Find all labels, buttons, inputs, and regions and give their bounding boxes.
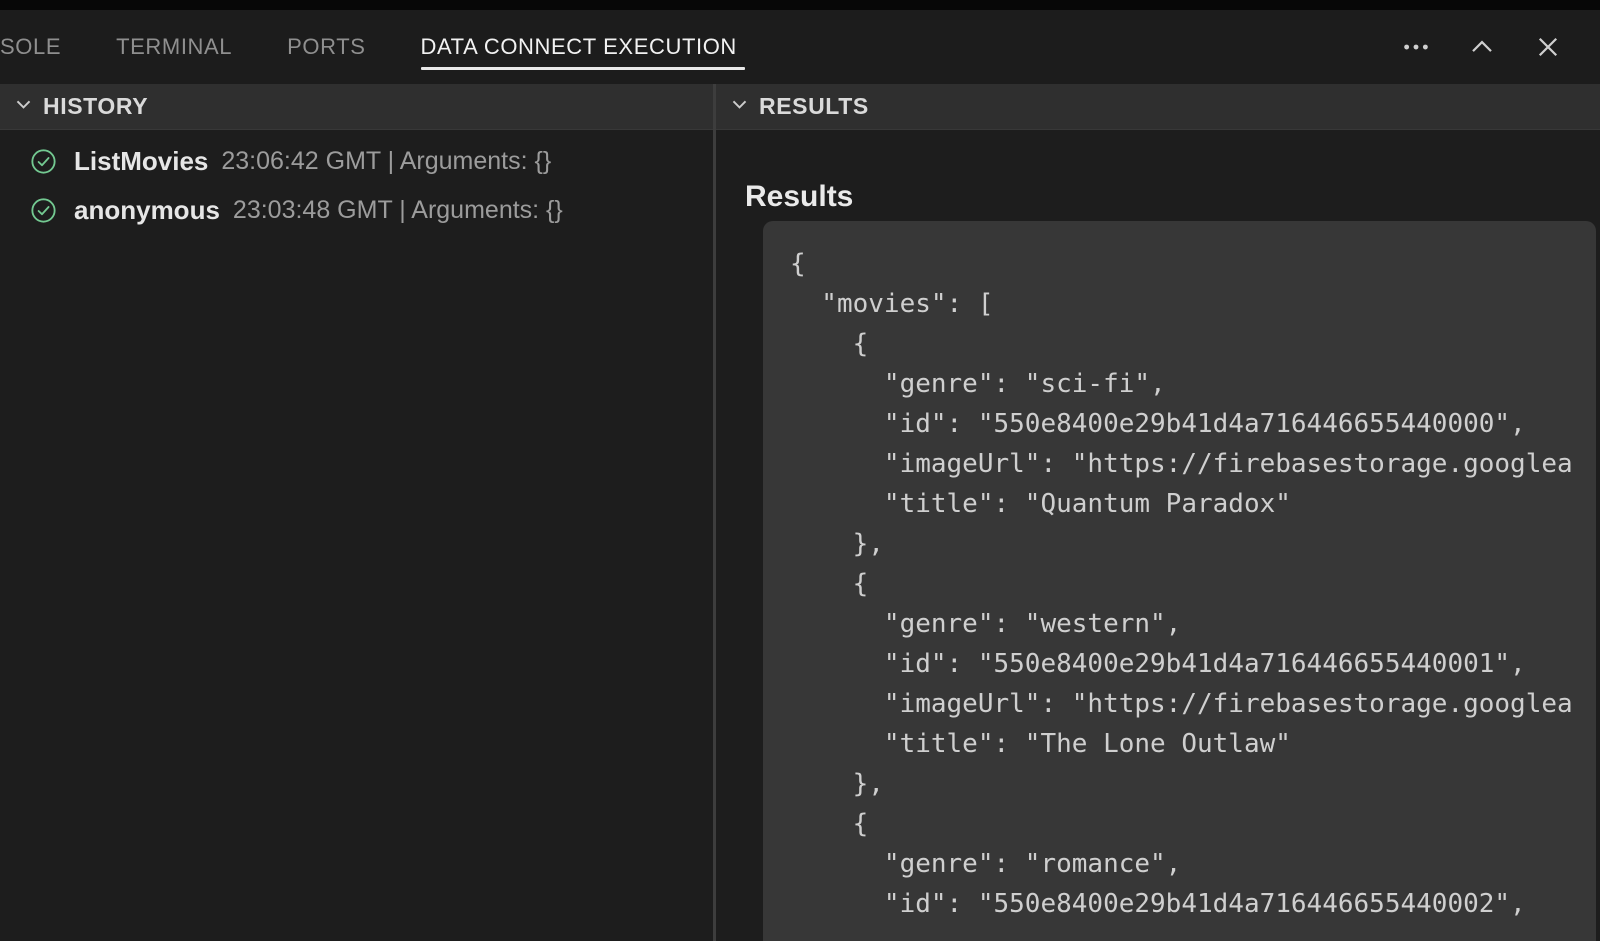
ellipsis-icon [1401,32,1431,62]
chevron-down-icon [13,94,34,120]
history-item-anonymous[interactable]: anonymous 23:03:48 GMT | Arguments: {} [0,186,713,235]
panel-tabs: SOLE TERMINAL PORTS DATA CONNECT EXECUTI… [0,10,792,84]
history-item-listmovies[interactable]: ListMovies 23:06:42 GMT | Arguments: {} [0,137,713,186]
chevron-down-icon [729,94,750,120]
chevron-up-icon [1467,32,1497,62]
panel-top-border [0,0,1600,10]
tab-ports[interactable]: PORTS [287,27,365,67]
tab-console[interactable]: SOLE [0,27,61,67]
data-connect-execution-view: HISTORY ListMovies 23:06:42 GMT | Argume… [0,84,1600,941]
history-pane: HISTORY ListMovies 23:06:42 GMT | Argume… [0,84,713,941]
results-section-header[interactable]: RESULTS [716,84,1600,130]
close-panel-button[interactable] [1532,31,1564,63]
results-json-output[interactable]: { "movies": [ { "genre": "sci-fi", "id":… [763,221,1596,941]
tab-data-connect-execution[interactable]: DATA CONNECT EXECUTION [421,27,737,67]
history-item-name: ListMovies [74,146,208,177]
panel-tab-bar: SOLE TERMINAL PORTS DATA CONNECT EXECUTI… [0,10,1600,84]
history-header-label: HISTORY [43,93,148,120]
history-item-meta: 23:03:48 GMT | Arguments: {} [233,196,563,225]
maximize-panel-button[interactable] [1466,31,1498,63]
history-section-header[interactable]: HISTORY [0,84,713,130]
more-actions-button[interactable] [1400,31,1432,63]
check-circle-icon [30,197,57,224]
close-icon [1533,32,1563,62]
results-title: Results [745,180,853,214]
history-item-meta: 23:06:42 GMT | Arguments: {} [221,147,551,176]
tab-terminal[interactable]: TERMINAL [116,27,232,67]
check-circle-icon [30,148,57,175]
results-header-label: RESULTS [759,93,869,120]
results-pane: RESULTS Results { "movies": [ { "genre":… [716,84,1600,941]
panel-toolbar [1400,31,1564,63]
history-item-name: anonymous [74,195,220,226]
history-list: ListMovies 23:06:42 GMT | Arguments: {} … [0,130,713,235]
